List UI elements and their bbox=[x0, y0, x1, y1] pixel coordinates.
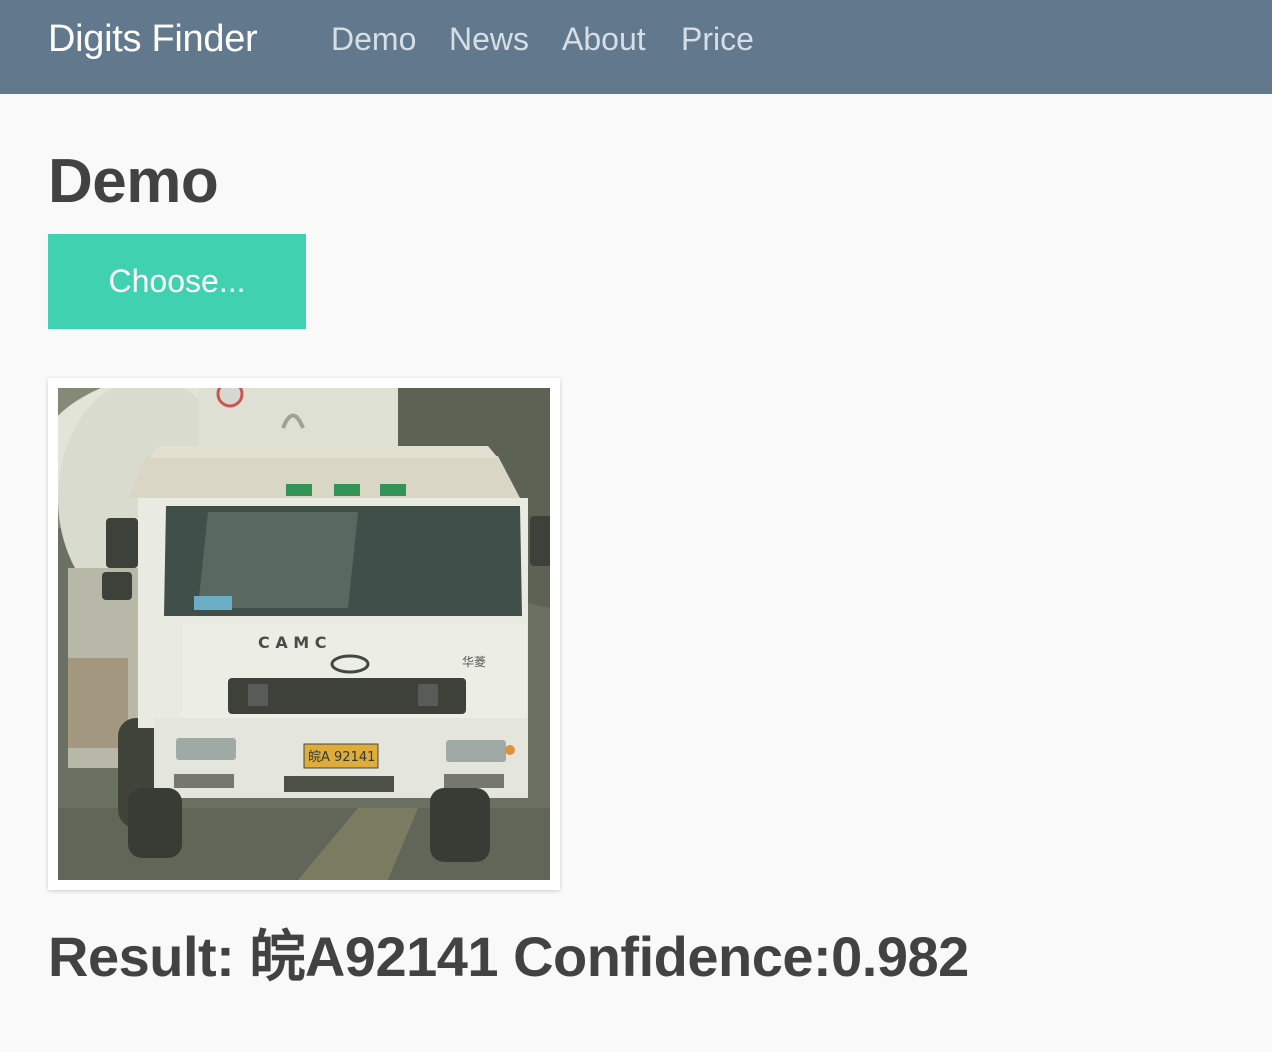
uploaded-image-frame: C A M C 华菱 皖A 92141 bbox=[48, 378, 560, 890]
nav-link-demo[interactable]: Demo bbox=[331, 19, 416, 59]
truck-photo: C A M C 华菱 皖A 92141 bbox=[58, 388, 550, 880]
recognition-result: Result: 皖A92141 Confidence:0.982 bbox=[48, 925, 969, 988]
brand-logo-text[interactable]: Digits Finder bbox=[48, 16, 258, 62]
page-title: Demo bbox=[48, 147, 219, 216]
nav-link-about[interactable]: About bbox=[562, 19, 646, 59]
nav-link-price[interactable]: Price bbox=[681, 19, 754, 59]
top-navbar: Digits Finder Demo News About Price bbox=[0, 0, 1272, 94]
nav-link-news[interactable]: News bbox=[449, 19, 529, 59]
choose-file-button[interactable]: Choose... bbox=[48, 234, 306, 329]
